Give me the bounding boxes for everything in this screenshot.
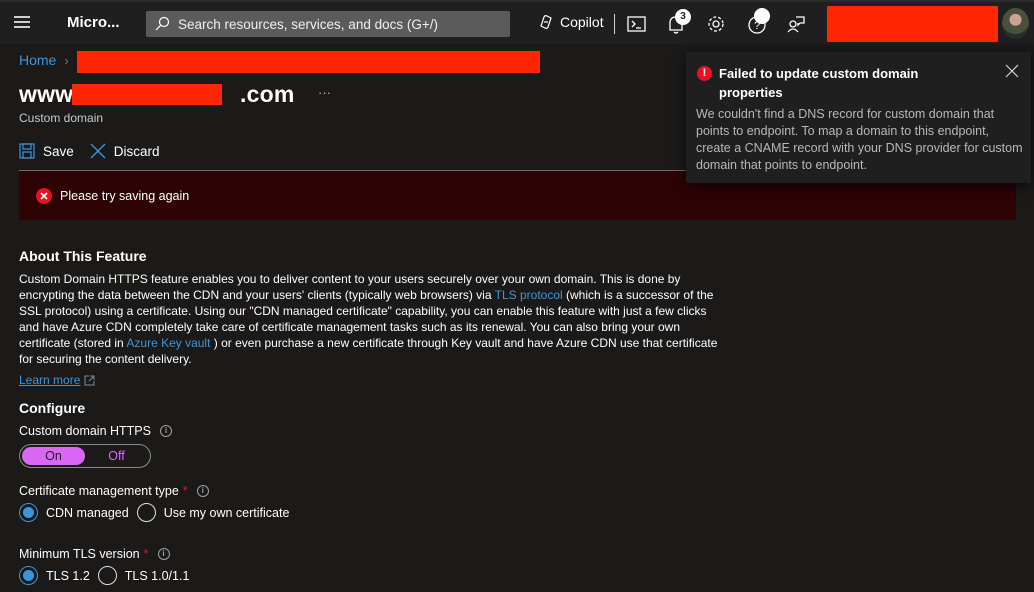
about-heading: About This Feature xyxy=(19,248,147,264)
discard-button[interactable]: Discard xyxy=(90,143,160,159)
cloud-shell-icon[interactable] xyxy=(626,13,648,35)
save-label: Save xyxy=(43,143,74,159)
required-asterisk: * xyxy=(182,484,188,498)
notification-badge: 3 xyxy=(675,9,691,25)
radio-label: TLS 1.2 xyxy=(46,568,90,583)
copilot-label: Copilot xyxy=(560,14,604,30)
learn-more-label: Learn more xyxy=(19,373,81,387)
radio-own-certificate[interactable]: Use my own certificate xyxy=(136,503,290,522)
save-icon xyxy=(19,143,35,159)
toast-title: Failed to update custom domain propertie… xyxy=(719,66,919,100)
chevron-right-icon: › xyxy=(64,52,69,68)
cert-type-label: Certificate management type * i xyxy=(19,484,209,498)
tls-version-label-text: Minimum TLS version xyxy=(19,547,140,561)
toggle-off[interactable]: Off xyxy=(85,447,148,465)
info-icon[interactable]: i xyxy=(159,425,172,437)
radio-cdn-managed[interactable]: CDN managed xyxy=(19,503,129,522)
radio-selected-icon xyxy=(19,503,38,522)
title-prefix: www. xyxy=(19,81,80,107)
radio-label: Use my own certificate xyxy=(163,505,290,520)
avatar[interactable] xyxy=(1002,8,1029,39)
copilot-button[interactable]: Copilot xyxy=(538,14,604,30)
page-subtitle: Custom domain xyxy=(19,111,104,125)
learn-more-link[interactable]: Learn more xyxy=(19,373,95,387)
radio-tls-1-0[interactable]: TLS 1.0/1.1 xyxy=(97,566,190,585)
close-icon[interactable] xyxy=(1005,64,1019,78)
breadcrumb-redacted xyxy=(77,51,540,73)
https-label: Custom domain HTTPS i xyxy=(19,424,172,438)
tls-version-label: Minimum TLS version * i xyxy=(19,547,170,561)
gear-icon[interactable] xyxy=(705,13,727,35)
search-box[interactable] xyxy=(146,11,510,37)
breadcrumb: Home › xyxy=(19,52,69,68)
title-redacted xyxy=(72,84,222,105)
radio-label: CDN managed xyxy=(46,505,129,520)
toggle-on[interactable]: On xyxy=(22,447,85,465)
tls-version-radio-group: TLS 1.2 TLS 1.0/1.1 xyxy=(19,566,197,585)
radio-selected-icon xyxy=(19,566,38,585)
https-label-text: Custom domain HTTPS xyxy=(19,424,151,438)
azure-key-vault-link[interactable]: Azure Key vault xyxy=(126,336,210,350)
portal-brand[interactable]: Micro... xyxy=(67,14,120,31)
cert-type-label-text: Certificate management type xyxy=(19,484,179,498)
help-badge xyxy=(754,8,770,24)
error-message: Please try saving again xyxy=(60,188,190,203)
about-text: Custom Domain HTTPS feature enables you … xyxy=(19,271,719,367)
top-bar: Micro... Copilot 3 ? xyxy=(0,0,1034,44)
divider xyxy=(614,14,615,34)
command-bar: Save Discard xyxy=(19,143,176,159)
external-link-icon xyxy=(84,375,95,385)
title-suffix: .com xyxy=(240,81,295,107)
https-toggle[interactable]: On Off xyxy=(19,444,151,468)
account-info-redacted[interactable] xyxy=(827,6,998,42)
feedback-icon[interactable] xyxy=(785,13,807,35)
info-icon[interactable]: i xyxy=(157,548,170,560)
exclamation-icon: ! xyxy=(697,66,712,81)
copilot-icon xyxy=(540,15,552,29)
info-icon[interactable]: i xyxy=(196,485,209,497)
search-icon xyxy=(155,16,170,31)
menu-icon[interactable] xyxy=(14,16,30,28)
discard-label: Discard xyxy=(113,143,160,159)
radio-unselected-icon xyxy=(136,503,156,522)
error-icon xyxy=(36,187,52,204)
configure-heading: Configure xyxy=(19,400,86,416)
close-icon xyxy=(90,143,106,159)
radio-label: TLS 1.0/1.1 xyxy=(124,568,190,583)
toast-body: We couldn't find a DNS record for custom… xyxy=(696,107,1023,172)
radio-tls-1-2[interactable]: TLS 1.2 xyxy=(19,566,90,585)
error-notification-toast: ! Failed to update custom domain propert… xyxy=(686,52,1031,183)
more-actions-button[interactable]: ··· xyxy=(318,85,331,100)
search-input[interactable] xyxy=(178,16,498,32)
breadcrumb-home[interactable]: Home xyxy=(19,52,56,68)
required-asterisk: * xyxy=(143,547,149,561)
save-button[interactable]: Save xyxy=(19,143,74,159)
tls-protocol-link[interactable]: TLS protocol xyxy=(495,288,563,302)
cert-type-radio-group: CDN managed Use my own certificate xyxy=(19,503,297,522)
radio-unselected-icon xyxy=(97,566,117,585)
page-title: www. .com xyxy=(19,81,294,108)
